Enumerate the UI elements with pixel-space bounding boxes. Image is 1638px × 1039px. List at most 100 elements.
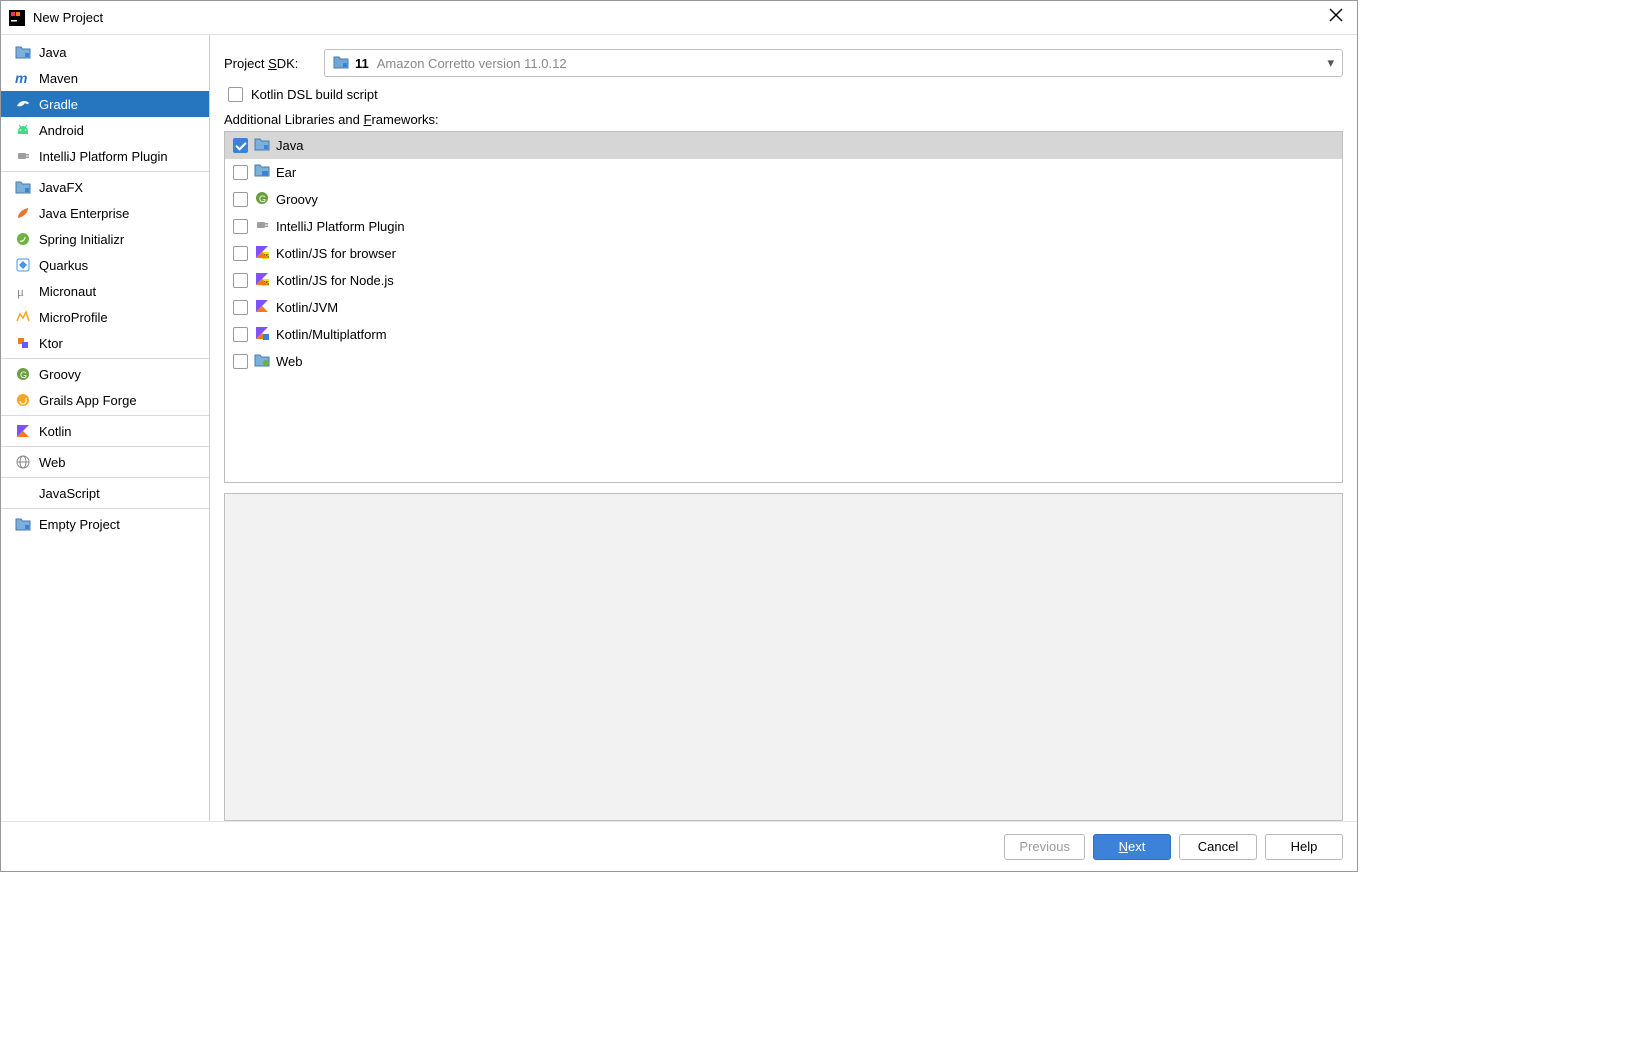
chevron-down-icon: ▾ [1327, 55, 1334, 71]
sidebar-item-microprofile[interactable]: MicroProfile [1, 304, 209, 330]
sidebar-item-javafx[interactable]: JavaFX [1, 174, 209, 200]
framework-row-kotlin-multiplatform[interactable]: Kotlin/Multiplatform [225, 321, 1342, 348]
sidebar-item-kotlin[interactable]: Kotlin [1, 418, 209, 444]
cancel-button[interactable]: Cancel [1179, 834, 1257, 860]
sidebar-item-ktor[interactable]: Ktor [1, 330, 209, 356]
framework-row-kotlin-js-for-browser[interactable]: JS Kotlin/JS for browser [225, 240, 1342, 267]
sidebar-item-label: Android [39, 123, 84, 138]
framework-label: Ear [276, 165, 296, 180]
leaf-icon [15, 205, 31, 221]
framework-row-ear[interactable]: Ear [225, 159, 1342, 186]
framework-checkbox[interactable] [233, 354, 248, 369]
sidebar-item-intellij-platform-plugin[interactable]: IntelliJ Platform Plugin [1, 143, 209, 169]
sidebar-item-label: Groovy [39, 367, 81, 382]
window-title: New Project [33, 10, 1323, 25]
frameworks-list[interactable]: Java Ear G Groovy IntelliJ Platform Plugin JS… [224, 131, 1343, 483]
sidebar-item-groovy[interactable]: G Groovy [1, 361, 209, 387]
framework-checkbox[interactable] [233, 138, 248, 153]
plug-icon [15, 148, 31, 164]
sidebar-item-quarkus[interactable]: Quarkus [1, 252, 209, 278]
framework-row-intellij-platform-plugin[interactable]: IntelliJ Platform Plugin [225, 213, 1342, 240]
framework-row-kotlin-jvm[interactable]: Kotlin/JVM [225, 294, 1342, 321]
kotlin-dsl-checkbox[interactable] [228, 87, 243, 102]
framework-checkbox[interactable] [233, 273, 248, 288]
kotlin-js-icon: JS [254, 271, 270, 290]
kotlin-js-icon: JS [254, 244, 270, 263]
previous-button[interactable]: Previous [1004, 834, 1085, 860]
sidebar-item-java[interactable]: Java [1, 39, 209, 65]
svg-text:G: G [259, 194, 266, 204]
framework-checkbox[interactable] [233, 246, 248, 261]
svg-text:m: m [15, 70, 27, 86]
sidebar-item-spring-initializr[interactable]: Spring Initializr [1, 226, 209, 252]
sidebar-item-label: Kotlin [39, 424, 72, 439]
kotlin-dsl-label: Kotlin DSL build script [251, 87, 378, 102]
framework-row-groovy[interactable]: G Groovy [225, 186, 1342, 213]
plug-icon [254, 217, 270, 236]
web-icon [254, 352, 270, 371]
sidebar-item-label: Micronaut [39, 284, 96, 299]
framework-detail-panel [224, 493, 1343, 821]
sidebar-item-label: Empty Project [39, 517, 120, 532]
framework-label: IntelliJ Platform Plugin [276, 219, 405, 234]
microprofile-icon [15, 309, 31, 325]
sidebar-item-javascript[interactable]: JavaScript [1, 480, 209, 506]
folder-icon [15, 44, 31, 60]
framework-label: Kotlin/JVM [276, 300, 338, 315]
framework-checkbox[interactable] [233, 165, 248, 180]
sidebar-item-label: Java [39, 45, 66, 60]
main-panel: Project SDK: 11 Amazon Corretto version … [210, 35, 1357, 821]
framework-checkbox[interactable] [233, 327, 248, 342]
sidebar-item-label: JavaScript [39, 486, 100, 501]
framework-row-java[interactable]: Java [225, 132, 1342, 159]
kotlin-icon [15, 423, 31, 439]
kotlin-icon [254, 298, 270, 317]
sidebar-item-label: JavaFX [39, 180, 83, 195]
none-icon [15, 485, 31, 501]
sidebar-item-label: Java Enterprise [39, 206, 129, 221]
sidebar-item-label: Web [39, 455, 66, 470]
framework-row-web[interactable]: Web [225, 348, 1342, 375]
sidebar-item-maven[interactable]: m Maven [1, 65, 209, 91]
sdk-version: 11 [355, 56, 369, 71]
grails-icon [15, 392, 31, 408]
globe-icon [15, 454, 31, 470]
svg-text:G: G [20, 370, 27, 380]
ear-icon [254, 163, 270, 182]
framework-checkbox[interactable] [233, 192, 248, 207]
sidebar-item-java-enterprise[interactable]: Java Enterprise [1, 200, 209, 226]
sidebar-item-label: Maven [39, 71, 78, 86]
sidebar-item-label: IntelliJ Platform Plugin [39, 149, 168, 164]
app-icon [9, 10, 25, 26]
framework-label: Kotlin/Multiplatform [276, 327, 387, 342]
sidebar-item-label: Ktor [39, 336, 63, 351]
android-icon [15, 122, 31, 138]
sidebar-item-empty-project[interactable]: Empty Project [1, 511, 209, 537]
maven-icon: m [15, 70, 31, 86]
groovy-icon: G [254, 190, 270, 209]
sidebar-item-gradle[interactable]: Gradle [1, 91, 209, 117]
gradle-icon [15, 96, 31, 112]
framework-label: Groovy [276, 192, 318, 207]
close-icon[interactable] [1323, 4, 1349, 31]
sidebar-item-micronaut[interactable]: μ Micronaut [1, 278, 209, 304]
quarkus-icon [15, 257, 31, 273]
project-sdk-dropdown[interactable]: 11 Amazon Corretto version 11.0.12 ▾ [324, 49, 1343, 77]
sidebar-item-label: Spring Initializr [39, 232, 124, 247]
sidebar-item-label: Quarkus [39, 258, 88, 273]
framework-checkbox[interactable] [233, 219, 248, 234]
framework-checkbox[interactable] [233, 300, 248, 315]
sidebar-item-label: MicroProfile [39, 310, 108, 325]
kotlin-dsl-checkbox-row[interactable]: Kotlin DSL build script [224, 87, 1343, 102]
svg-text:μ: μ [17, 284, 24, 299]
help-button[interactable]: Help [1265, 834, 1343, 860]
sidebar-item-grails-app-forge[interactable]: Grails App Forge [1, 387, 209, 413]
framework-label: Kotlin/JS for browser [276, 246, 396, 261]
sidebar-item-android[interactable]: Android [1, 117, 209, 143]
sidebar-item-web[interactable]: Web [1, 449, 209, 475]
folder-icon [15, 179, 31, 195]
framework-label: Java [276, 138, 303, 153]
framework-row-kotlin-js-for-node-js[interactable]: JSKotlin/JS for Node.js [225, 267, 1342, 294]
next-button[interactable]: Next [1093, 834, 1171, 860]
micronaut-icon: μ [15, 283, 31, 299]
